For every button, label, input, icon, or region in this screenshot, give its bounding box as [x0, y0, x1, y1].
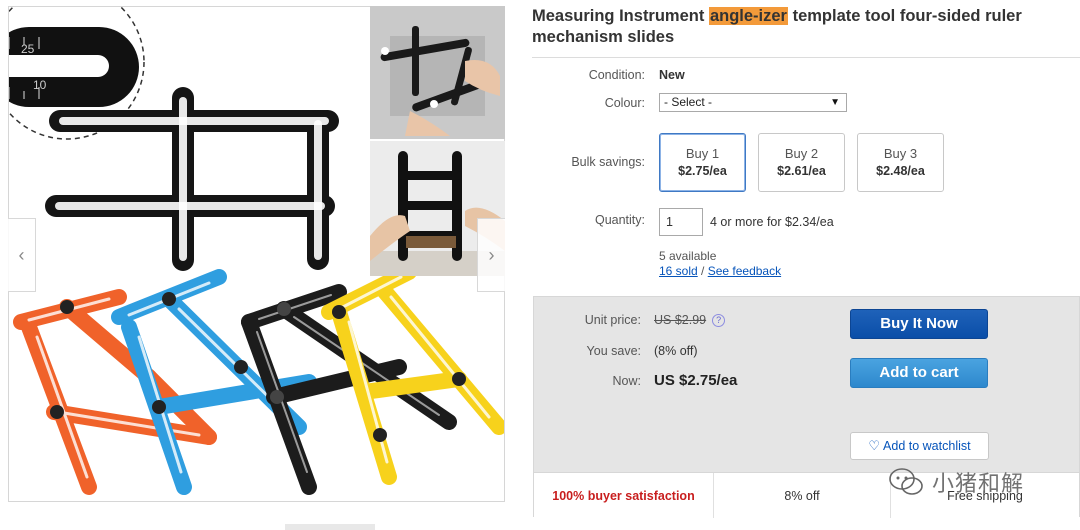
- colour-selected-value: - Select -: [664, 95, 713, 109]
- now-price-label: Now:: [612, 374, 641, 388]
- condition-value: New: [659, 68, 685, 82]
- info-icon[interactable]: ?: [712, 314, 726, 327]
- colour-select[interactable]: - Select - ▼: [659, 93, 847, 112]
- buy-it-now-button[interactable]: Buy It Now: [850, 309, 988, 339]
- quantity-discount-note: 4 or more for $2.34/ea: [710, 215, 834, 229]
- you-save-value: (8% off): [654, 344, 698, 358]
- wechat-icon: [889, 468, 923, 495]
- bulk-option-price: $2.48/ea: [876, 164, 925, 178]
- add-to-watchlist-button[interactable]: ♡ Add to watchlist: [850, 432, 989, 460]
- bulk-option-qty: Buy 1: [685, 146, 720, 161]
- chevron-left-icon: ‹: [18, 244, 25, 265]
- gallery-prev-button[interactable]: ‹: [8, 218, 36, 292]
- watermark-text: 小猪和解: [932, 472, 1025, 497]
- see-feedback-link[interactable]: See feedback: [708, 264, 781, 278]
- zoom-mark-upper: 25: [21, 42, 35, 56]
- add-to-cart-button[interactable]: Add to cart: [850, 358, 988, 388]
- thumbnail-1[interactable]: [370, 6, 505, 139]
- bulk-option-qty: Buy 2: [784, 146, 819, 161]
- quantity-input[interactable]: 1: [659, 208, 703, 236]
- product-title: Measuring Instrument angle-izer template…: [532, 6, 1072, 48]
- link-separator: /: [697, 264, 708, 278]
- image-gallery: 25 10 ‹ ›: [0, 0, 520, 530]
- buyer-satisfaction-badge: 100% buyer satisfaction: [534, 473, 714, 518]
- unit-price-label: Unit price:: [584, 313, 641, 327]
- black-ruler-top: [45, 87, 339, 271]
- title-prefix: Measuring Instrument: [532, 7, 709, 25]
- sold-count-link[interactable]: 16 sold: [659, 264, 698, 278]
- condition-label: Condition:: [588, 68, 645, 82]
- bulk-option-price: $2.75/ea: [678, 164, 727, 178]
- watermark: 小猪和解: [888, 462, 1058, 502]
- discount-badge: 8% off: [714, 473, 891, 518]
- dropdown-caret-icon: ▼: [830, 97, 840, 108]
- you-save-label: You save:: [586, 344, 641, 358]
- available-count: 5 available: [659, 249, 717, 263]
- bulk-option-buy-3[interactable]: Buy 3 $2.48/ea: [857, 133, 944, 192]
- watchlist-label: Add to watchlist: [883, 439, 971, 453]
- bulk-savings-label: Bulk savings:: [571, 155, 645, 169]
- sales-links: 16 sold / See feedback: [659, 264, 781, 278]
- title-highlight: angle-izer: [708, 7, 788, 25]
- gallery-footer-bar: [285, 524, 375, 530]
- bulk-option-qty: Buy 3: [883, 146, 918, 161]
- colour-label: Colour:: [604, 96, 645, 110]
- bulk-option-buy-1[interactable]: Buy 1 $2.75/ea: [659, 133, 746, 192]
- divider: [532, 57, 1080, 58]
- now-price-value: US $2.75/ea: [654, 372, 738, 389]
- heart-icon: ♡: [868, 438, 881, 453]
- unit-price-value: US $2.99: [654, 313, 707, 327]
- quantity-label: Quantity:: [594, 213, 645, 227]
- bulk-option-price: $2.61/ea: [777, 164, 826, 178]
- product-details: Measuring Instrument angle-izer template…: [520, 0, 1080, 530]
- yellow-ruler: [321, 264, 504, 485]
- chevron-right-icon: ›: [488, 244, 495, 265]
- unit-price-row: US $2.99?: [654, 313, 726, 327]
- gallery-next-button[interactable]: ›: [477, 218, 505, 292]
- zoom-mark-lower: 10: [33, 78, 47, 92]
- bulk-option-buy-2[interactable]: Buy 2 $2.61/ea: [758, 133, 845, 192]
